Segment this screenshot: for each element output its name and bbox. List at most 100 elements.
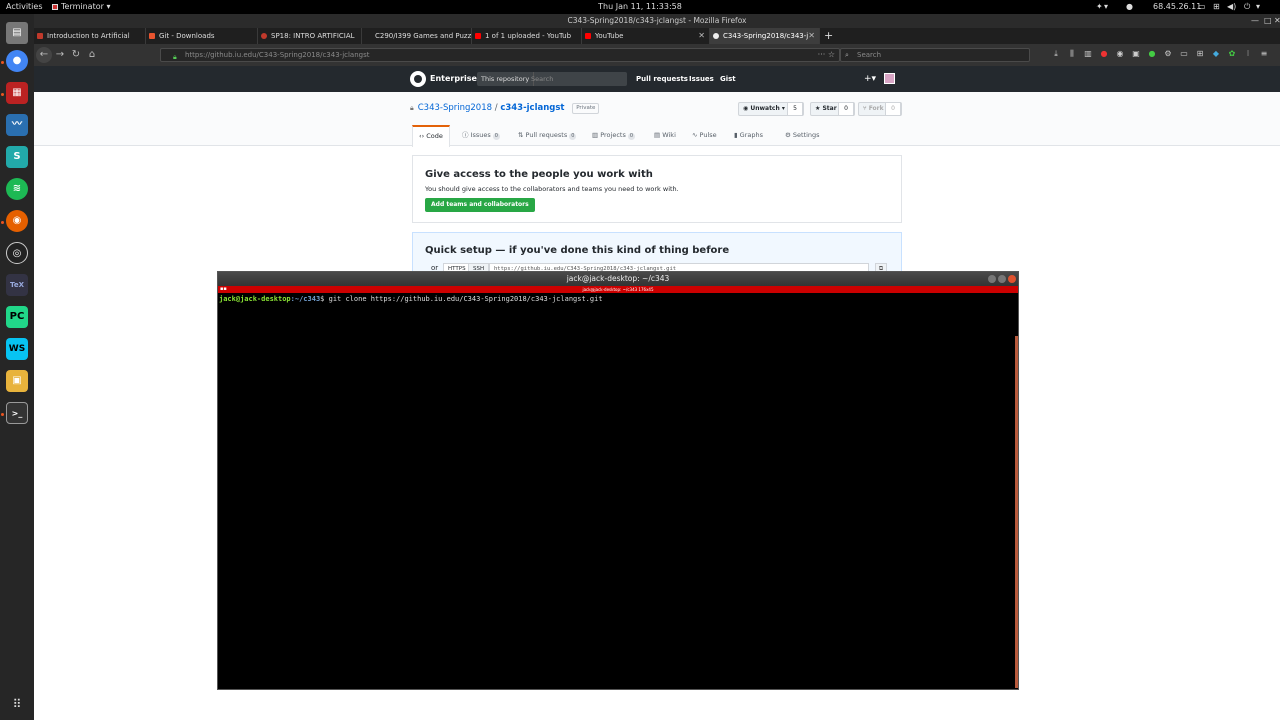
extension-grid-icon[interactable]: ⊞: [1192, 49, 1208, 58]
tab-pulls-label: Pull requests: [525, 131, 568, 139]
tab-settings[interactable]: ⚙ Settings: [785, 126, 820, 146]
minimize-icon[interactable]: —: [1251, 14, 1259, 28]
access-title: Give access to the people you work with: [425, 169, 653, 180]
network-wired-icon[interactable]: ⊞: [1213, 0, 1220, 14]
extension-leaf-icon[interactable]: ✿: [1224, 49, 1240, 58]
search-bar[interactable]: ⌕ Search: [840, 48, 1030, 62]
tab-bar: Introduction to Artificial Git - Downloa…: [34, 28, 1280, 44]
tab-code[interactable]: ‹› Code: [412, 125, 450, 147]
fork-button[interactable]: ⑂ Fork 0: [858, 102, 902, 116]
chrome-icon[interactable]: ●: [6, 50, 28, 72]
tab-youtube[interactable]: YouTube ✕: [582, 28, 710, 44]
tab-pull-requests[interactable]: ⇅ Pull requests 0: [518, 126, 577, 146]
repo-name-link[interactable]: c343-jclangst: [500, 103, 564, 113]
tab-label: C343-Spring2018/c343-j: [723, 32, 809, 40]
system-monitor-icon[interactable]: 〰: [6, 114, 28, 136]
extension-gear-icon[interactable]: ⚙: [1160, 49, 1176, 58]
unwatch-button[interactable]: ◉ Unwatch ▾ 5: [738, 102, 804, 116]
maximize-icon[interactable]: □: [1264, 14, 1272, 28]
screenshot-icon[interactable]: ▭: [1176, 49, 1192, 58]
system-menu-chevron-icon[interactable]: ▾: [1256, 0, 1260, 14]
back-icon[interactable]: ←: [36, 47, 52, 63]
display-icon[interactable]: ▭: [1198, 0, 1206, 14]
running-indicator: [1, 93, 4, 96]
tab-wiki[interactable]: ▤ Wiki: [654, 126, 676, 146]
star-count[interactable]: 0: [838, 102, 854, 116]
network-icon[interactable]: ●: [1126, 0, 1133, 14]
nav-pull-requests[interactable]: Pull requests: [636, 66, 688, 92]
terminator-window[interactable]: jack@jack-desktop: ~/c343 ▪▪ jack@jack-d…: [217, 271, 1019, 690]
slack-icon[interactable]: S: [6, 146, 28, 168]
ip-indicator[interactable]: 68.45.26.11: [1153, 0, 1201, 14]
github-logo-icon[interactable]: [410, 71, 426, 87]
search-placeholder: Search: [857, 51, 882, 59]
home-icon[interactable]: ⌂: [84, 47, 100, 63]
sidebar-icon[interactable]: ▥: [1080, 49, 1096, 58]
terminal-output[interactable]: jack@jack-desktop:~/c343$ git clone http…: [219, 295, 603, 303]
extension-icon[interactable]: ◉: [1112, 49, 1128, 58]
forward-icon[interactable]: →: [52, 47, 68, 63]
repo-owner-link[interactable]: C343-Spring2018: [418, 103, 492, 113]
tab-projects[interactable]: ▥ Projects 0: [592, 126, 636, 146]
tab-close-icon[interactable]: ✕: [808, 28, 815, 44]
window-edge: [1015, 336, 1018, 688]
library-icon[interactable]: ⫼: [1064, 49, 1080, 59]
menu-icon[interactable]: ≡: [1256, 49, 1272, 58]
tab-intro-ai[interactable]: Introduction to Artificial: [34, 28, 146, 44]
extension-diamond-icon[interactable]: ◆: [1208, 49, 1224, 58]
show-applications-icon[interactable]: ⠿: [9, 696, 25, 712]
obs-icon[interactable]: ◎: [6, 242, 28, 264]
tab-issues[interactable]: ⓘ Issues 0: [462, 126, 500, 146]
github-brand[interactable]: Enterprise: [430, 66, 477, 92]
tab-youtube-upload[interactable]: 1 of 1 uploaded - YouTub: [472, 28, 582, 44]
window-title: C343-Spring2018/c343-jclangst - Mozilla …: [567, 16, 747, 25]
tab-sp18-intro-ai[interactable]: SP18: INTRO ARTIFICIAL: [258, 28, 362, 44]
tab-git-downloads[interactable]: Git - Downloads: [146, 28, 258, 44]
maximize-icon[interactable]: [998, 275, 1006, 283]
tab-github-repo[interactable]: C343-Spring2018/c343-j ✕: [710, 28, 820, 44]
volume-icon[interactable]: ◀): [1227, 0, 1236, 14]
nav-issues[interactable]: Issues: [689, 66, 714, 92]
new-tab-icon[interactable]: +: [824, 28, 833, 44]
star-button[interactable]: ★ Star 0: [810, 102, 855, 116]
dropbox-icon[interactable]: ✦: [1096, 0, 1103, 14]
spotify-icon[interactable]: ≋: [6, 178, 28, 200]
extension-dots-icon[interactable]: ⁝: [1240, 49, 1256, 58]
firefox-icon[interactable]: ◉: [6, 210, 28, 232]
tab-favicon-icon: [37, 33, 43, 39]
nav-gist[interactable]: Gist: [720, 66, 736, 92]
webstorm-icon[interactable]: WS: [6, 338, 28, 360]
tab-pulse[interactable]: ∿ Pulse: [692, 126, 717, 146]
extension-box-icon[interactable]: ▣: [1128, 49, 1144, 58]
terminator-icon[interactable]: ▦: [6, 82, 28, 104]
pycharm-icon[interactable]: PC: [6, 306, 28, 328]
github-search-input[interactable]: This repository Search: [477, 72, 627, 86]
files-icon[interactable]: ▤: [6, 22, 28, 44]
avatar[interactable]: [884, 73, 895, 84]
tab-close-icon[interactable]: ✕: [698, 28, 705, 44]
group-icon[interactable]: ▪▪: [220, 286, 227, 293]
clock[interactable]: Thu Jan 11, 11:33:58: [0, 0, 1280, 14]
create-new-icon[interactable]: +▾: [864, 66, 876, 92]
close-icon[interactable]: ✕: [1274, 14, 1280, 28]
close-icon[interactable]: [1008, 275, 1016, 283]
fork-count[interactable]: 0: [885, 102, 901, 116]
reload-icon[interactable]: ↻: [68, 47, 84, 63]
minimize-icon[interactable]: [988, 275, 996, 283]
page-actions-icon[interactable]: ··· ☆: [818, 49, 835, 61]
archive-manager-icon[interactable]: ▣: [6, 370, 28, 392]
extension-green-icon[interactable]: ●: [1144, 49, 1160, 58]
url-bar[interactable]: 🔒︎ https://github.iu.edu/C343-Spring2018…: [160, 48, 840, 62]
tab-games-puzzles[interactable]: C290/I399 Games and Puzzle: [362, 28, 472, 44]
power-icon[interactable]: ⏻: [1244, 0, 1250, 14]
watch-count[interactable]: 5: [787, 102, 803, 116]
tab-graphs[interactable]: ▮ Graphs: [734, 126, 763, 146]
terminal-icon[interactable]: >_: [6, 402, 28, 424]
add-collaborators-button[interactable]: Add teams and collaborators: [425, 198, 535, 212]
running-indicator: [1, 221, 4, 224]
download-icon[interactable]: ⤓: [1048, 49, 1064, 59]
chevron-down-icon[interactable]: ▾: [1104, 0, 1108, 14]
extension-red-icon[interactable]: ●: [1096, 49, 1112, 58]
texmaker-icon[interactable]: TeX: [6, 274, 28, 296]
github-icon: [713, 33, 719, 39]
